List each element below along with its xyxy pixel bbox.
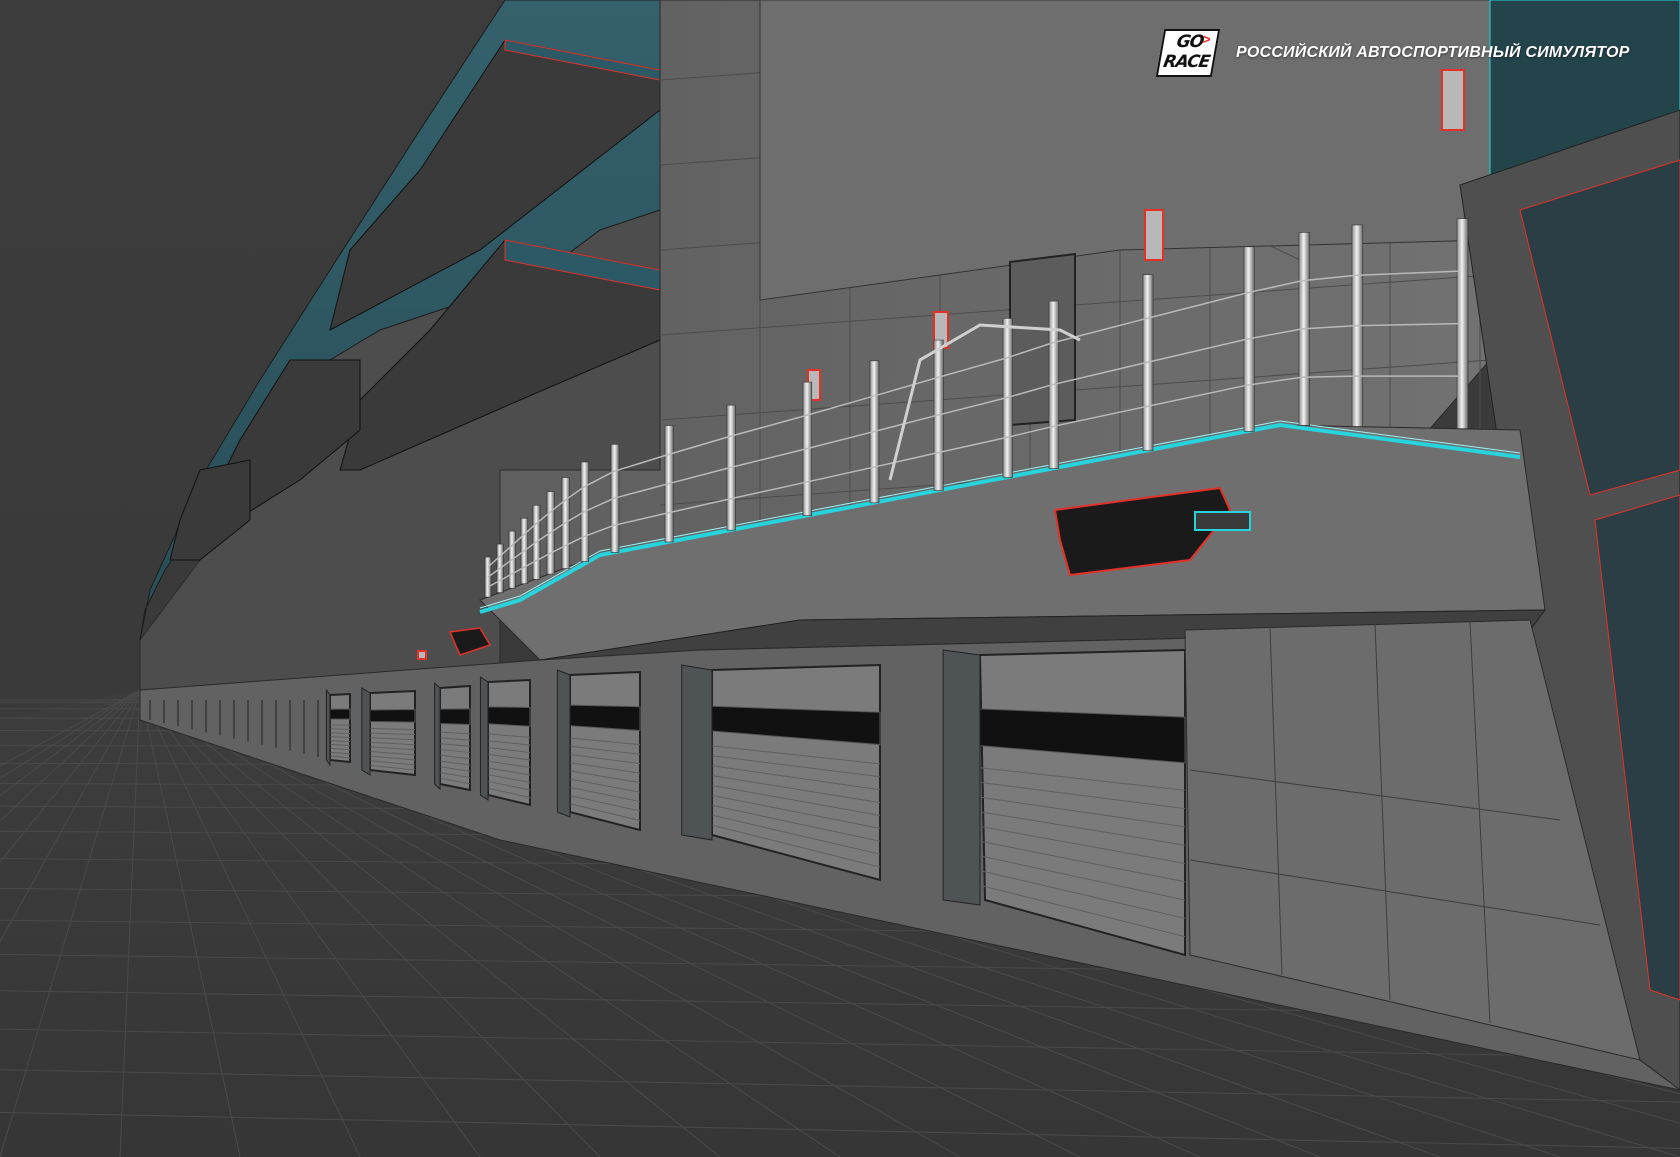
3d-viewport[interactable]: GO > RACE РОССИЙСКИЙ АВТОСПОРТИВНЫЙ СИМУ… xyxy=(0,0,1680,1157)
garage-bay xyxy=(361,687,416,777)
tagline: РОССИЙСКИЙ АВТОСПОРТИВНЫЙ СИМУЛЯТОР xyxy=(1236,44,1630,61)
garage-pillar xyxy=(325,688,331,767)
garage-pillar xyxy=(556,669,571,818)
garage-bay xyxy=(556,669,641,832)
garage-pillar xyxy=(434,681,441,791)
garage-pillar xyxy=(942,649,981,906)
garage-pillar xyxy=(479,676,489,801)
brand-header: GO > RACE РОССИЙСКИЙ АВТОСПОРТИВНЫЙ СИМУ… xyxy=(1155,29,1630,77)
chevron-right-icon: > xyxy=(1201,31,1213,47)
gorace-logo: GO > RACE xyxy=(1155,29,1221,77)
railing-post xyxy=(484,556,492,598)
logo-text-race: RACE xyxy=(1161,52,1212,72)
garage-window xyxy=(487,706,531,727)
garage-window xyxy=(369,708,416,723)
garage-bay xyxy=(434,681,471,792)
garage-pillar xyxy=(361,687,371,776)
garage-window xyxy=(569,704,641,731)
pit-building-scene xyxy=(0,0,1680,1157)
speaker-mount xyxy=(1194,511,1251,531)
garage-window xyxy=(439,708,471,725)
garage-pillar xyxy=(681,664,713,841)
garage-bay xyxy=(325,688,351,767)
garage-window xyxy=(329,708,351,720)
garage-bay xyxy=(479,676,531,807)
